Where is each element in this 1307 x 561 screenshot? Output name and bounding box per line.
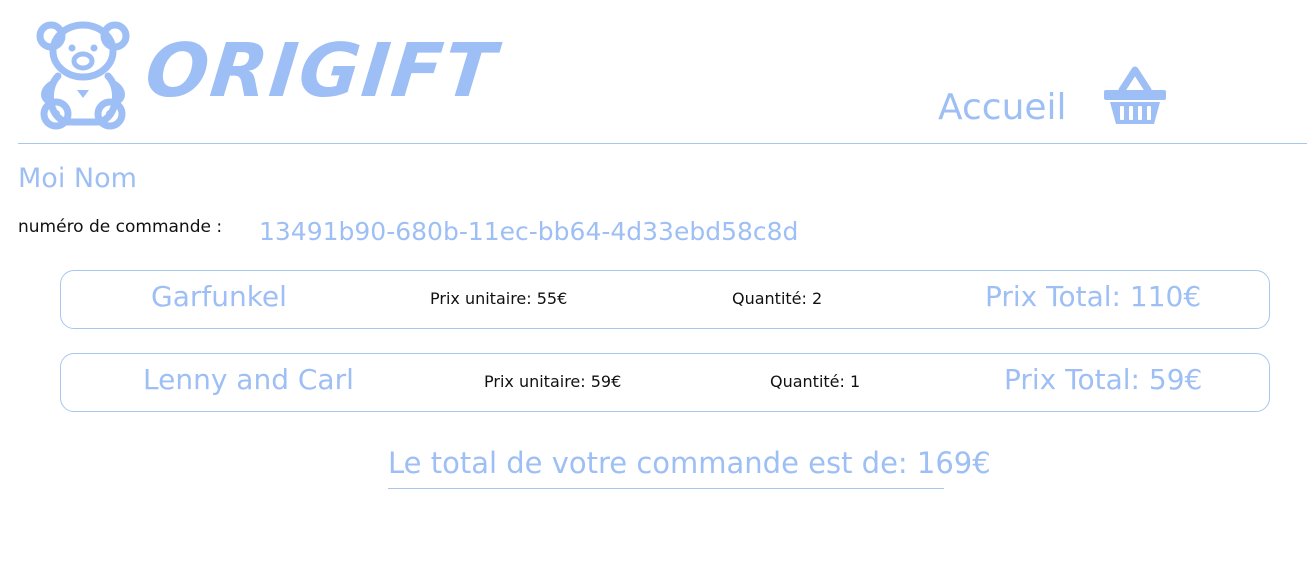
order-line: Lenny and Carl Prix unitaire: 59€ Quanti… <box>60 353 1270 412</box>
product-name[interactable]: Garfunkel <box>151 283 287 311</box>
order-number-label: numéro de commande : <box>18 217 223 237</box>
site-header: ORIGIFT Accueil <box>18 0 1307 144</box>
customer-name: Moi Nom <box>18 163 137 194</box>
quantity: Quantité: 1 <box>770 372 861 391</box>
order-number: 13491b90-680b-11ec-bb64-4d33ebd58c8d <box>259 217 799 246</box>
brand-name: ORIGIFT <box>141 28 502 114</box>
basket-icon[interactable] <box>1102 66 1168 126</box>
quantity: Quantité: 2 <box>732 289 823 308</box>
order-line: Garfunkel Prix unitaire: 55€ Quantité: 2… <box>60 270 1270 329</box>
nav-home-link[interactable]: Accueil <box>938 90 1067 126</box>
line-total: Prix Total: 110€ <box>985 280 1202 313</box>
product-name[interactable]: Lenny and Carl <box>143 366 354 394</box>
logo-link[interactable]: ORIGIFT <box>36 18 501 130</box>
teddy-bear-icon <box>36 21 130 130</box>
line-total: Prix Total: 59€ <box>1004 363 1203 396</box>
order-page: ORIGIFT Accueil Moi Nom numéro de comman… <box>0 0 1307 561</box>
unit-price: Prix unitaire: 55€ <box>430 289 568 308</box>
unit-price: Prix unitaire: 59€ <box>484 372 622 391</box>
order-grand-total: Le total de votre commande est de: 169€ <box>388 447 991 489</box>
